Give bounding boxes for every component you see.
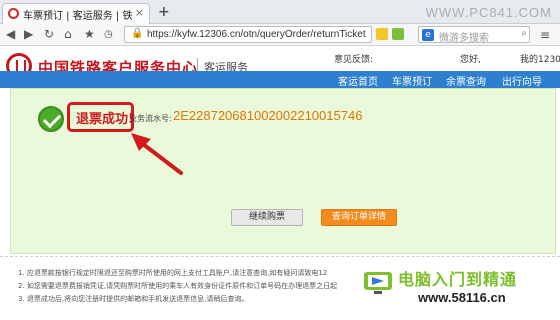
- continue-booking-button[interactable]: 继续购票: [231, 209, 303, 226]
- search-input[interactable]: 微游多搜索: [439, 29, 489, 44]
- my-account-link[interactable]: 我的12306: [520, 52, 560, 65]
- reload-icon[interactable]: ↻: [44, 27, 54, 41]
- serial-number-label: 业务流水号:: [129, 114, 172, 123]
- page: 车票预订 | 客运服务 | 铁路客... × + WWW.PC841.COM ◀…: [0, 0, 560, 320]
- close-tab-icon[interactable]: ×: [135, 6, 144, 19]
- browser-navbar: ◀ ▶ ↻ ⌂ ★ ◷ 🔒 https://kyfw.12306.cn/otn/…: [0, 24, 560, 46]
- search-engine-icon[interactable]: e: [422, 29, 434, 41]
- note-line: 1. 应退票款按银行规定时限退还至购票时所使用的网上支付工具账户,请注意查询,如…: [18, 269, 328, 277]
- annotation-arrow-icon: [131, 133, 183, 175]
- main-nav: 客运首页 车票预订 余票查询 出行向导: [0, 71, 560, 88]
- nav-item-remaining[interactable]: 余票查询: [446, 73, 486, 88]
- order-detail-button[interactable]: 查询订单详情: [321, 209, 397, 226]
- note-line: 3. 退票成功后,将向您注册时提供的邮箱和手机发送退票信息,请稍后查询。: [18, 295, 249, 303]
- browser-tabstrip: 车票预订 | 客运服务 | 铁路客... × + WWW.PC841.COM: [0, 0, 560, 24]
- address-bar[interactable]: 🔒 https://kyfw.12306.cn/otn/queryOrder/r…: [124, 26, 372, 43]
- back-icon[interactable]: ◀: [6, 27, 15, 41]
- serial-number-value: 2E228720681002002210015746: [173, 108, 363, 123]
- tab-title: 车票预订 | 客运服务 | 铁路客...: [23, 11, 133, 22]
- refund-result-panel: 退票成功! 业务流水号: 2E228720681002002210015746 …: [10, 88, 556, 254]
- greeting-text: 您好,: [460, 55, 481, 65]
- history-icon[interactable]: ◷: [104, 29, 113, 40]
- forward-icon[interactable]: ▶: [24, 27, 33, 41]
- success-check-icon: [38, 106, 64, 132]
- url-text[interactable]: https://kyfw.12306.cn/otn/queryOrder/ret…: [147, 29, 366, 40]
- nav-item-guide[interactable]: 出行向导: [502, 73, 542, 88]
- bookmark-star-icon[interactable]: ★: [84, 27, 95, 41]
- leaf-extension-icon[interactable]: [392, 28, 404, 40]
- nav-item-booking[interactable]: 车票预订: [392, 73, 432, 88]
- note-line: 2. 如您需要退票费报销凭证,请凭购票时所使用的乘车人有效身份证件原件和订单号码…: [18, 282, 338, 290]
- watermark-brand: 电脑入门到精通: [398, 270, 518, 289]
- search-box[interactable]: e 微游多搜索 ⌕: [418, 26, 530, 44]
- watermark-url: www.58116.cn: [418, 290, 506, 305]
- success-message: 退票成功!: [76, 112, 134, 127]
- search-icon[interactable]: ⌕: [521, 28, 527, 39]
- monitor-logo-icon: [364, 272, 392, 294]
- home-icon[interactable]: ⌂: [64, 27, 72, 41]
- railway-favicon-icon: [8, 8, 19, 19]
- new-tab-button[interactable]: +: [158, 4, 170, 20]
- feedback-link[interactable]: 意见反馈:: [334, 52, 373, 65]
- lightning-extension-icon[interactable]: [376, 28, 388, 40]
- menu-icon[interactable]: ≡: [540, 28, 550, 42]
- nav-item-home[interactable]: 客运首页: [338, 73, 378, 88]
- browser-tab[interactable]: 车票预订 | 客运服务 | 铁路客... ×: [2, 3, 150, 24]
- site-watermark: WWW.PC841.COM: [425, 5, 552, 20]
- lock-icon: 🔒: [131, 28, 144, 39]
